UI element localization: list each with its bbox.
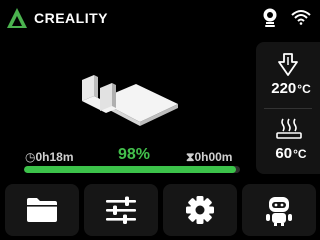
divider xyxy=(264,108,312,109)
elapsed-time: ◷0h18m xyxy=(25,150,74,164)
assistant-button[interactable] xyxy=(242,184,316,236)
creality-logo-icon xyxy=(7,8,27,28)
progress-bar xyxy=(24,166,240,173)
adjust-button[interactable] xyxy=(84,184,158,236)
folder-icon xyxy=(27,198,57,222)
sliders-icon xyxy=(106,196,136,224)
model-preview xyxy=(82,75,178,126)
progress-bar-fill xyxy=(24,166,236,173)
gear-icon xyxy=(186,196,214,224)
brand-name: CREALITY xyxy=(34,10,108,26)
wifi-icon[interactable] xyxy=(291,9,311,25)
remaining-time: ⧗0h00m xyxy=(186,150,233,164)
nozzle-temperature: 220°C xyxy=(271,80,311,97)
nozzle-temperature-icon xyxy=(278,53,298,76)
progress-percent: 98% xyxy=(118,146,151,163)
camera-icon[interactable] xyxy=(262,8,278,28)
settings-button[interactable] xyxy=(163,184,237,236)
heated-bed-icon xyxy=(276,118,302,139)
robot-icon xyxy=(266,197,292,226)
clock-icon: ◷ xyxy=(25,150,36,164)
files-button[interactable] xyxy=(5,184,79,236)
bed-temperature: 60°C xyxy=(275,145,307,162)
